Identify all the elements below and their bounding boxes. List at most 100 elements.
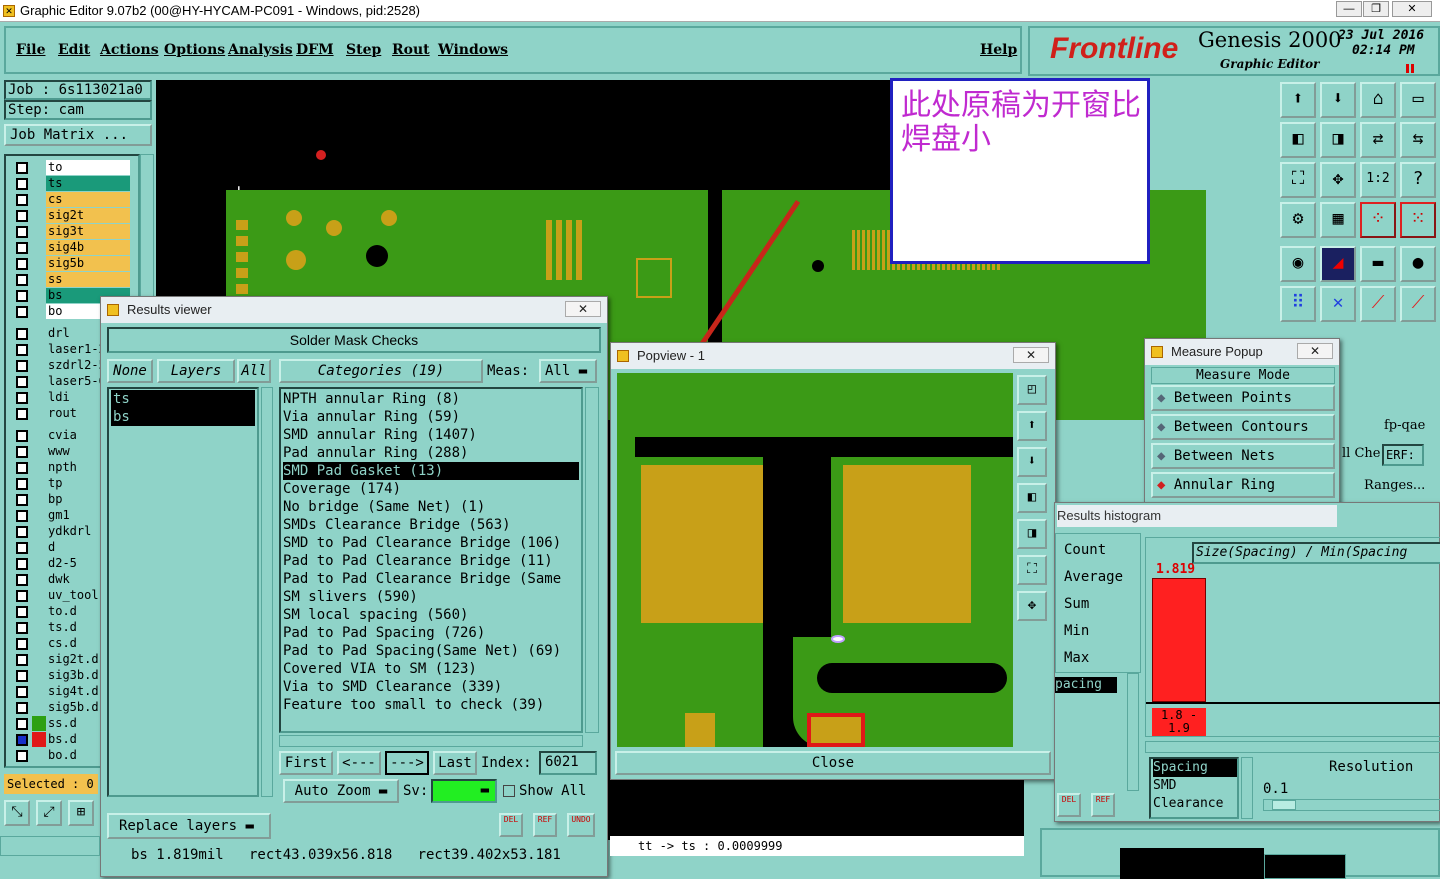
layer-checkbox[interactable] — [16, 274, 28, 286]
ref-button[interactable]: REF — [533, 813, 557, 837]
meas-select[interactable]: All ▬ — [539, 359, 597, 383]
menu-step[interactable]: Step — [346, 42, 381, 58]
layer-checkbox[interactable] — [16, 392, 28, 404]
category-item[interactable]: Via to SMD Clearance (339) — [283, 678, 579, 696]
menu-actions[interactable]: Actions — [100, 42, 159, 58]
erf-field[interactable]: ERF: — [1382, 444, 1424, 466]
first-button[interactable]: First — [279, 751, 333, 775]
layer-checkbox[interactable] — [16, 328, 28, 340]
category-list[interactable]: NPTH annular Ring (8) Via annular Ring (5… — [279, 387, 583, 733]
sv-color-select[interactable]: ▬ — [431, 779, 497, 803]
open-icon[interactable]: ⬇ — [1320, 82, 1356, 118]
layer-checkbox[interactable] — [16, 734, 28, 746]
layer-row[interactable]: cs — [12, 192, 132, 208]
grid-icon[interactable]: ⊞ — [68, 800, 94, 826]
list-item[interactable]: Clearance — [1153, 795, 1237, 813]
category-hscroll[interactable] — [279, 735, 583, 747]
highlight-icon[interactable]: ◢ — [1320, 246, 1356, 282]
category-item[interactable]: No bridge (Same Net) (1) — [283, 498, 579, 516]
drill-icon[interactable]: ◉ — [1280, 246, 1316, 282]
link2-icon[interactable]: ⟋ — [1400, 286, 1436, 322]
ruler-icon[interactable]: ▬ — [1360, 246, 1396, 282]
layer-checkbox[interactable] — [16, 376, 28, 388]
mode-between-points[interactable]: ◆ Between Points — [1151, 385, 1335, 411]
layer-checkbox[interactable] — [16, 670, 28, 682]
hist-del-button[interactable]: DEL — [1057, 793, 1081, 817]
popview-canvas[interactable] — [617, 373, 1013, 747]
category-item[interactable]: SM local spacing (560) — [283, 606, 579, 624]
category-item[interactable]: SMD annular Ring (1407) — [283, 426, 579, 444]
snap-left-icon[interactable]: ◧ — [1280, 122, 1316, 158]
layer-checkbox[interactable] — [16, 162, 28, 174]
category-item[interactable]: Pad annular Ring (288) — [283, 444, 579, 462]
layer-checkbox[interactable] — [16, 622, 28, 634]
popview-tool-5-icon[interactable]: ◨ — [1017, 519, 1047, 549]
measure-close-button[interactable]: ✕ — [1297, 343, 1333, 359]
home-icon[interactable]: ⌂ — [1360, 82, 1396, 118]
category-item[interactable]: SMD to Pad Clearance Bridge (106) — [283, 534, 579, 552]
popview-close-button[interactable]: Close — [615, 751, 1051, 775]
layer-row[interactable]: to — [12, 160, 132, 176]
layer-checkbox[interactable] — [16, 606, 28, 618]
popview-tool-7-icon[interactable]: ✥ — [1017, 591, 1047, 621]
ranges-button[interactable]: Ranges... — [1364, 478, 1425, 493]
popview-tool-1-icon[interactable]: ◰ — [1017, 375, 1047, 405]
layers-button[interactable]: Layers — [157, 359, 235, 383]
menu-rout[interactable]: Rout — [392, 42, 430, 58]
net-icon[interactable]: ⁘ — [1360, 202, 1396, 238]
menu-analysis[interactable]: Analysis — [228, 42, 293, 58]
layer-row[interactable]: ss — [12, 272, 132, 288]
layer-row[interactable]: sig3t — [12, 224, 132, 240]
menu-dfm[interactable]: DFM — [296, 42, 334, 58]
category-item[interactable]: Pad to Pad Spacing (726) — [283, 624, 579, 642]
popview-tool-4-icon[interactable]: ◧ — [1017, 483, 1047, 513]
category-item[interactable]: Coverage (174) — [283, 480, 579, 498]
mirror-icon[interactable]: ⇄ — [1360, 122, 1396, 158]
layer-checkbox[interactable] — [16, 344, 28, 356]
net-select-icon[interactable]: ⁙ — [1400, 202, 1436, 238]
maximize-button[interactable]: ❐ — [1363, 1, 1389, 17]
category-item[interactable]: Feature too small to check (39) — [283, 696, 579, 714]
popview-tool-2-icon[interactable]: ⬆ — [1017, 411, 1047, 441]
category-item[interactable]: SMD Pad Gasket (13) — [283, 462, 579, 480]
layer-checkbox[interactable] — [16, 306, 28, 318]
layer-checkbox[interactable] — [16, 750, 28, 762]
layer-row[interactable]: ts — [12, 176, 132, 192]
minimize-button[interactable]: — — [1336, 1, 1362, 17]
categories-button[interactable]: Categories (19) — [279, 359, 483, 383]
scale-icon[interactable]: 1:2 — [1360, 162, 1396, 198]
layer-row[interactable]: sig4b — [12, 240, 132, 256]
menu-options[interactable]: Options — [164, 42, 225, 58]
snap-right-icon[interactable]: ◨ — [1320, 122, 1356, 158]
popview-tool-6-icon[interactable]: ⛶ — [1017, 555, 1047, 585]
show-all-checkbox[interactable] — [503, 785, 515, 797]
results-close-button[interactable]: ✕ — [565, 301, 601, 317]
next-button[interactable]: ---> — [385, 751, 429, 775]
layer-checkbox[interactable] — [16, 510, 28, 522]
layer-checkbox[interactable] — [16, 526, 28, 538]
layer-checkbox[interactable] — [16, 718, 28, 730]
layer-list-scroll[interactable] — [261, 387, 273, 797]
layers-none-button[interactable]: None — [107, 359, 153, 383]
layer-checkbox[interactable] — [16, 408, 28, 420]
link-icon[interactable]: ⟋ — [1360, 286, 1396, 322]
layer-checkbox[interactable] — [16, 258, 28, 270]
list-item[interactable]: ts — [111, 390, 255, 408]
zoom-area-icon[interactable]: ⤢ — [36, 800, 62, 826]
index-field[interactable]: 6021 — [539, 751, 597, 775]
size-type-list[interactable]: Spacing SMD Clearance — [1149, 757, 1239, 819]
settings-icon[interactable]: ⚙ — [1280, 202, 1316, 238]
zoom-extents-icon[interactable]: ⛶ — [1280, 162, 1316, 198]
menu-help[interactable]: Help — [980, 42, 1017, 58]
layer-row[interactable]: sig2t — [12, 208, 132, 224]
category-list-scroll[interactable] — [585, 387, 599, 733]
help-icon[interactable]: ? — [1400, 162, 1436, 198]
layer-checkbox[interactable] — [16, 654, 28, 666]
layer-checkbox[interactable] — [16, 686, 28, 698]
window-icon[interactable]: ▭ — [1400, 82, 1436, 118]
layer-checkbox[interactable] — [16, 638, 28, 650]
auto-zoom-select[interactable]: Auto Zoom ▬ — [283, 779, 399, 803]
layer-checkbox[interactable] — [16, 702, 28, 714]
layer-checkbox[interactable] — [16, 494, 28, 506]
menu-edit[interactable]: Edit — [58, 42, 90, 58]
